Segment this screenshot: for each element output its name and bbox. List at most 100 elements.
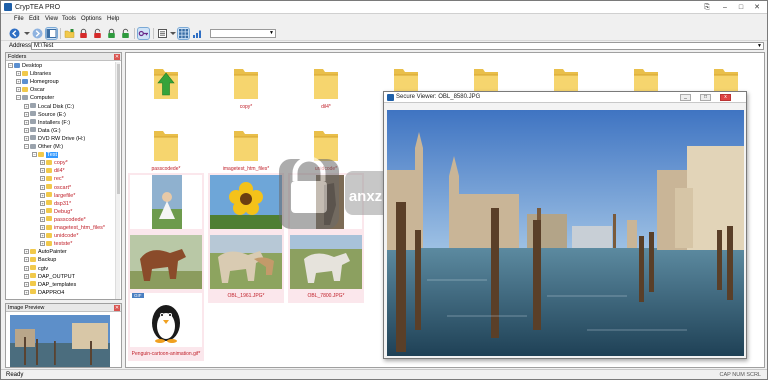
tree-item[interactable]: + dsp31* [40, 200, 71, 208]
close-button[interactable]: ✕ [751, 3, 763, 12]
encrypt-file-icon[interactable] [106, 28, 117, 39]
tree-item[interactable]: + Data (G:) [24, 127, 61, 135]
unlock-icon[interactable] [92, 28, 103, 39]
expand-toggle-icon[interactable]: + [16, 71, 21, 77]
viewer-minimize-button[interactable]: _ [680, 94, 691, 101]
tree-item[interactable]: + DVD RW Drive (H:) [24, 135, 85, 143]
tree-scrollbar[interactable] [115, 62, 120, 299]
close-icon[interactable]: ✕ [114, 305, 120, 311]
expand-toggle-icon[interactable]: + [40, 168, 45, 174]
tree-item[interactable]: + testste* [40, 240, 72, 248]
tree-item[interactable]: + DAP_templates [24, 281, 76, 289]
tree-item[interactable]: + Debug* [40, 208, 72, 216]
expand-toggle-icon[interactable]: + [40, 176, 45, 182]
tree-item[interactable]: + largefile* [40, 192, 75, 200]
back-button[interactable] [9, 28, 20, 39]
expand-toggle-icon[interactable]: + [40, 192, 45, 198]
viewer-close-button[interactable]: x [720, 94, 731, 101]
expand-toggle-icon[interactable]: + [24, 257, 29, 263]
tree-item[interactable]: + Local Disk (C:) [24, 103, 74, 111]
folder-item[interactable]: copy* [208, 55, 284, 125]
expand-toggle-icon[interactable]: + [24, 281, 29, 287]
thumbnails-view-icon[interactable] [177, 27, 190, 40]
viewer-maximize-button[interactable]: □ [700, 94, 711, 101]
key-icon[interactable] [137, 27, 150, 40]
expand-toggle-icon[interactable]: + [40, 233, 45, 239]
view-mode-icon[interactable] [157, 28, 168, 39]
expand-toggle-icon[interactable]: + [24, 103, 29, 109]
expand-toggle-icon[interactable]: + [40, 208, 45, 214]
expand-toggle-icon[interactable]: + [40, 200, 45, 206]
tree-item[interactable]: + AutoPainter [24, 248, 67, 256]
maximize-button[interactable]: □ [735, 3, 747, 12]
tree-item[interactable]: + DAPPRO4 [24, 289, 64, 297]
menu-options[interactable]: Options [81, 16, 102, 22]
forward-button[interactable] [32, 28, 43, 39]
new-folder-icon[interactable] [64, 28, 75, 39]
expand-toggle-icon[interactable]: − [8, 63, 13, 68]
minimize-button[interactable]: – [719, 3, 731, 12]
file-thumbnail[interactable]: OBL_7800.JPG* [288, 233, 364, 303]
tree-item[interactable]: + cgtv [24, 265, 48, 273]
scrollbar-thumb[interactable] [117, 64, 120, 194]
tree-item[interactable]: + Homegroup [16, 78, 59, 86]
tree-item[interactable]: − Other (M:) [24, 143, 63, 151]
thumbnail-image [210, 235, 282, 289]
tree-item[interactable]: + Installers (F:) [24, 119, 70, 127]
expand-toggle-icon[interactable]: + [40, 160, 45, 166]
tree-item[interactable]: − Test [32, 151, 59, 159]
folders-pane-button[interactable] [45, 27, 58, 40]
tree-item[interactable]: + rec* [40, 175, 64, 183]
expand-toggle-icon[interactable]: + [24, 249, 29, 255]
expand-toggle-icon[interactable]: − [32, 152, 37, 158]
expand-toggle-icon[interactable]: + [24, 135, 29, 141]
tree-item[interactable]: + passcodede* [40, 216, 86, 224]
folder-item[interactable] [128, 55, 204, 125]
tree-item[interactable]: + unidcode* [40, 232, 78, 240]
expand-toggle-icon[interactable]: − [16, 95, 21, 101]
expand-toggle-icon[interactable]: + [16, 79, 21, 85]
tree-item[interactable]: + Backup [24, 256, 56, 264]
expand-toggle-icon[interactable]: + [24, 289, 29, 295]
menu-view[interactable]: View [45, 16, 58, 22]
expand-toggle-icon[interactable]: + [24, 127, 29, 133]
tree-item[interactable]: + Source (E:) [24, 111, 66, 119]
filter-combo[interactable]: ▼ [210, 29, 276, 38]
tree-item[interactable]: + Oscar [16, 86, 45, 94]
expand-toggle-icon[interactable]: + [16, 87, 21, 93]
address-dropdown-icon[interactable]: ▼ [757, 43, 762, 50]
lock-icon[interactable] [78, 28, 89, 39]
expand-toggle-icon[interactable]: − [24, 144, 29, 149]
expand-toggle-icon[interactable]: + [40, 184, 45, 190]
tree-item[interactable]: − Computer [16, 94, 54, 102]
menu-file[interactable]: File [14, 16, 24, 22]
expand-toggle-icon[interactable]: + [24, 111, 29, 117]
expand-toggle-icon[interactable]: + [24, 273, 29, 279]
file-thumbnail[interactable]: GIF Penguin-cartoon-animation.gif* [128, 291, 204, 361]
tree-item[interactable]: − Desktop [8, 62, 42, 70]
tree-item[interactable]: + dil4* [40, 167, 65, 175]
address-label: Address [9, 43, 32, 49]
folder-item[interactable]: dil4* [288, 55, 364, 125]
expand-toggle-icon[interactable]: + [40, 225, 45, 230]
tree-item[interactable]: + oscart* [40, 184, 71, 192]
expand-toggle-icon[interactable]: + [24, 119, 29, 125]
signal-bars-icon[interactable] [192, 28, 203, 39]
expand-toggle-icon[interactable]: + [40, 241, 45, 247]
tree-item[interactable]: + Libraries [16, 70, 51, 78]
menu-tools[interactable]: Tools [62, 16, 76, 22]
restore-icon[interactable]: ⎘ [701, 3, 713, 12]
viewer-title: Secure Viewer: OBL_8580.JPG [396, 94, 481, 100]
menu-edit[interactable]: Edit [29, 16, 39, 22]
combo-dropdown-icon[interactable]: ▼ [268, 30, 275, 37]
tree-item[interactable]: + copy* [40, 159, 68, 167]
close-icon[interactable]: ✕ [114, 54, 120, 60]
file-thumbnail[interactable]: OBL_1961.JPG* [208, 233, 284, 303]
decrypt-file-icon[interactable] [120, 28, 131, 39]
expand-toggle-icon[interactable]: + [24, 265, 29, 271]
menu-help[interactable]: Help [107, 16, 119, 22]
tree-item[interactable]: + DAP_OUTPUT [24, 273, 75, 281]
address-input[interactable]: M:\Test ▼ [31, 42, 764, 50]
expand-toggle-icon[interactable]: + [40, 216, 45, 222]
tree-item[interactable]: + imagetest_htm_files* [40, 224, 105, 232]
